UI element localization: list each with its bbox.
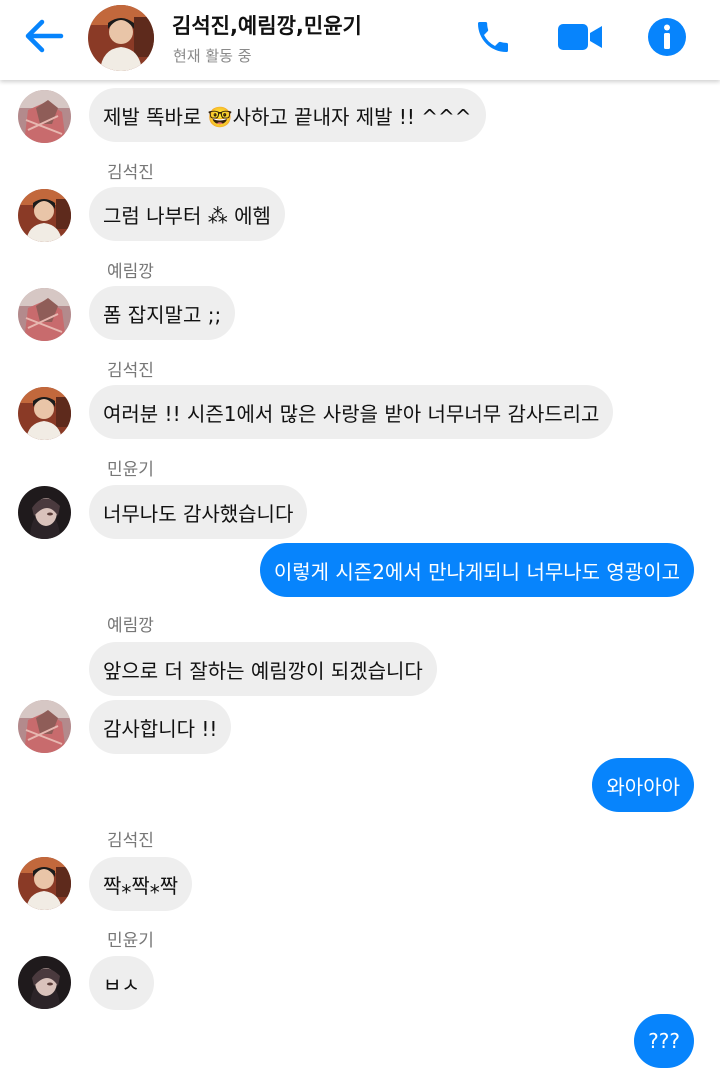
yerim-photo [18, 288, 71, 341]
avatar-yerim[interactable] [18, 288, 71, 341]
yerim-photo [18, 700, 71, 753]
sender-name: 예림깡 [107, 262, 154, 282]
yoongi-photo [18, 956, 71, 1009]
message-bubble[interactable]: 앞으로 더 잘하는 예림깡이 되겠습니다 [89, 642, 437, 696]
arrow-left-icon [25, 19, 64, 53]
yoongi-photo [18, 486, 71, 539]
avatar-yerim[interactable] [18, 90, 71, 143]
avatar-yoongi[interactable] [18, 486, 71, 539]
message-bubble-sent[interactable]: 이렇게 시즌2에서 만나게되니 너무나도 영광이고 [259, 543, 694, 597]
seokjin-photo [88, 5, 154, 71]
call-button[interactable] [468, 14, 518, 60]
message-bubble[interactable]: 여러분 !! 시즌1에서 많은 사랑을 받아 너무너무 감사드리고 [89, 385, 614, 439]
avatar-yoongi[interactable] [18, 956, 71, 1009]
chat-title: 김석진,예림깡,민윤기 [172, 14, 362, 38]
sender-name: 김석진 [107, 831, 154, 851]
message-bubble-sent[interactable]: 와아아아 [592, 758, 694, 812]
message-bubble[interactable]: 짝⁎짝⁎짝 [89, 857, 193, 911]
info-button[interactable] [642, 14, 692, 60]
message-bubble[interactable]: 그럼 나부터 ⁂ 에헴 [89, 187, 285, 241]
yerim-photo [18, 90, 71, 143]
sender-name: 김석진 [107, 361, 154, 381]
back-button[interactable] [20, 14, 68, 58]
message-bubble[interactable]: ㅂㅅ [89, 956, 154, 1010]
video-camera-icon [558, 24, 602, 50]
seokjin-photo [18, 189, 71, 242]
message-bubble[interactable]: 감사합니다 !! [89, 700, 232, 754]
info-icon [648, 18, 686, 56]
avatar-seokjin[interactable] [18, 857, 71, 910]
group-avatar[interactable] [88, 5, 154, 71]
sender-name: 김석진 [107, 163, 154, 183]
avatar-yerim[interactable] [18, 700, 71, 753]
avatar-seokjin[interactable] [18, 189, 71, 242]
message-bubble-sent[interactable]: ??? [634, 1014, 694, 1068]
video-call-button[interactable] [555, 14, 605, 60]
sender-name: 민윤기 [107, 460, 154, 480]
chat-header: 김석진,예림깡,민윤기 현재 활동 중 [0, 0, 720, 80]
sender-name: 민윤기 [107, 931, 154, 951]
message-bubble[interactable]: 너무나도 감사했습니다 [89, 485, 308, 539]
active-status: 현재 활동 중 [173, 47, 252, 65]
message-bubble[interactable]: 폼 잡지말고 ;; [89, 286, 236, 340]
message-list[interactable]: 제발 똑바로 🤓사하고 끝내자 제발 !! ^^^ 김석진 그럼 나부터 ⁂ 에… [0, 80, 720, 1078]
avatar-seokjin[interactable] [18, 387, 71, 440]
seokjin-photo [18, 387, 71, 440]
sender-name: 예림깡 [107, 616, 154, 636]
seokjin-photo [18, 857, 71, 910]
phone-icon [478, 22, 508, 52]
message-bubble[interactable]: 제발 똑바로 🤓사하고 끝내자 제발 !! ^^^ [89, 88, 486, 142]
